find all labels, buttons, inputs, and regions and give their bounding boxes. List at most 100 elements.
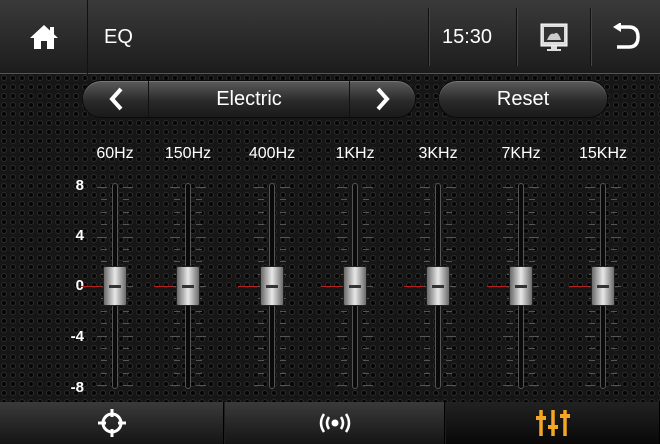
- scale-tick: [101, 360, 107, 362]
- scale-tick: [611, 211, 617, 213]
- scale-tick: [174, 211, 180, 213]
- scale-tick: [280, 211, 286, 213]
- scale-tick: [507, 261, 513, 263]
- scale-tick: [258, 347, 264, 349]
- zero-level-marker: [404, 286, 424, 287]
- next-preset-button[interactable]: [349, 81, 415, 117]
- scale-tick: [254, 335, 264, 337]
- scale-tick: [196, 236, 206, 238]
- scale-tick: [341, 347, 347, 349]
- scale-tick: [446, 347, 452, 349]
- tab-equalizer[interactable]: [446, 402, 660, 444]
- back-icon: [613, 23, 640, 49]
- scale-tick: [420, 385, 430, 386]
- slider-knob[interactable]: [176, 266, 200, 306]
- scale-tick: [123, 224, 129, 226]
- scale-tick: [363, 335, 373, 337]
- preset-selector: Electric: [82, 80, 416, 118]
- slider-knob[interactable]: [591, 266, 615, 306]
- zero-level-marker: [569, 286, 589, 287]
- slider-knob[interactable]: [509, 266, 533, 306]
- scale-label: 4: [75, 227, 84, 244]
- scale-tick: [589, 372, 595, 374]
- scale-tick: [589, 323, 595, 325]
- scale-tick: [589, 248, 595, 250]
- scale-tick: [529, 347, 535, 349]
- display-button[interactable]: [518, 14, 590, 60]
- scale-tick: [529, 261, 535, 263]
- scale-tick: [589, 199, 595, 201]
- scale-tick: [503, 187, 513, 188]
- slider-knob[interactable]: [103, 266, 127, 306]
- separator: [428, 8, 429, 66]
- scale-tick: [585, 385, 595, 386]
- scale-tick: [529, 360, 535, 362]
- scale-tick: [341, 224, 347, 226]
- back-button[interactable]: [592, 0, 660, 74]
- scale-tick: [529, 248, 535, 250]
- separator: [590, 8, 591, 66]
- scale-tick: [97, 236, 107, 238]
- zero-level-marker: [487, 286, 507, 287]
- scale-label: -4: [70, 328, 84, 345]
- scale-tick: [258, 199, 264, 201]
- scale-tick: [363, 360, 369, 362]
- scale-tick: [196, 347, 202, 349]
- scale-tick: [446, 187, 456, 188]
- scale-tick: [424, 372, 430, 374]
- scale-tick: [363, 224, 369, 226]
- scale-tick: [507, 248, 513, 250]
- scale-tick: [280, 372, 286, 374]
- prev-preset-button[interactable]: [83, 81, 149, 117]
- reset-button[interactable]: Reset: [438, 80, 608, 118]
- scale-tick: [123, 248, 129, 250]
- scale-tick: [170, 187, 180, 188]
- scale-tick: [101, 224, 107, 226]
- scale-tick: [424, 199, 430, 201]
- scale-tick: [258, 310, 264, 312]
- scale-tick: [611, 187, 621, 188]
- scale-tick: [280, 360, 286, 362]
- scale-tick: [363, 347, 369, 349]
- tab-radio[interactable]: [225, 402, 445, 444]
- scale-tick: [363, 187, 373, 188]
- zero-level-marker: [81, 286, 101, 287]
- slider-knob[interactable]: [426, 266, 450, 306]
- scale-tick: [341, 310, 347, 312]
- scale-tick: [611, 236, 621, 238]
- tab-navigation[interactable]: [0, 402, 224, 444]
- scale-tick: [529, 211, 535, 213]
- scale-tick: [611, 323, 617, 325]
- scale-tick: [529, 385, 539, 386]
- scale-tick: [341, 323, 347, 325]
- scale-tick: [363, 199, 369, 201]
- home-button[interactable]: [0, 0, 88, 74]
- scale-tick: [174, 323, 180, 325]
- scale-label: 8: [75, 177, 84, 194]
- scale-tick: [446, 323, 452, 325]
- zero-level-marker: [321, 286, 341, 287]
- scale-tick: [280, 199, 286, 201]
- scale-tick: [363, 323, 369, 325]
- scale-tick: [585, 187, 595, 188]
- scale-tick: [123, 261, 129, 263]
- band-label: 3KHz: [418, 145, 458, 162]
- slider-knob[interactable]: [260, 266, 284, 306]
- scale-tick: [280, 335, 290, 337]
- chevron-right-icon: [376, 87, 390, 111]
- scale-tick: [363, 211, 369, 213]
- scale-tick: [196, 335, 206, 337]
- band-label: 1KHz: [335, 145, 375, 162]
- scale-tick: [337, 385, 347, 386]
- scale-tick: [529, 372, 535, 374]
- slider-knob[interactable]: [343, 266, 367, 306]
- scale-tick: [101, 372, 107, 374]
- scale-tick: [337, 187, 347, 188]
- scale-tick: [174, 372, 180, 374]
- scale-tick: [529, 335, 539, 337]
- separator: [516, 8, 517, 66]
- eq-panel: [0, 74, 660, 402]
- scale-tick: [585, 335, 595, 337]
- scale-tick: [97, 385, 107, 386]
- scale-tick: [446, 335, 456, 337]
